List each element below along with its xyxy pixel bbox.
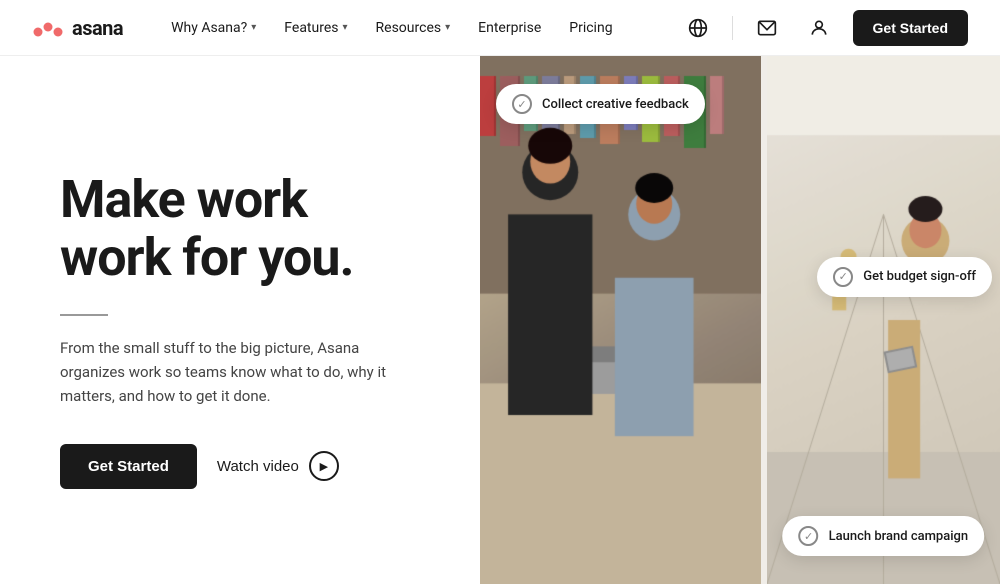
hero-divider xyxy=(60,314,108,316)
check-icon: ✓ xyxy=(512,94,532,114)
user-button[interactable] xyxy=(801,10,837,46)
hero-actions: Get Started Watch video ▶ xyxy=(60,444,440,489)
globe-icon xyxy=(688,18,708,38)
nav-get-started-button[interactable]: Get Started xyxy=(853,10,968,46)
brand-name: asana xyxy=(72,16,123,40)
hero-left: Make work work for you. From the small s… xyxy=(0,56,480,584)
nav-right: Get Started xyxy=(680,10,968,46)
hero-description: From the small stuff to the big picture,… xyxy=(60,336,420,408)
nav-links: Why Asana? ▾ Features ▾ Resources ▾ Ente… xyxy=(159,12,679,44)
nav-pricing[interactable]: Pricing xyxy=(557,12,624,44)
check-icon: ✓ xyxy=(799,526,819,546)
corridor-photo-canvas xyxy=(767,56,1000,584)
hero-watch-video-button[interactable]: Watch video ▶ xyxy=(217,451,339,481)
nav-resources[interactable]: Resources ▾ xyxy=(364,12,463,44)
nav-features[interactable]: Features ▾ xyxy=(272,12,359,44)
play-icon: ▶ xyxy=(309,451,339,481)
user-icon xyxy=(809,18,829,38)
nav-divider xyxy=(732,16,733,40)
globe-button[interactable] xyxy=(680,10,716,46)
nav-why-asana[interactable]: Why Asana? ▾ xyxy=(159,12,268,44)
mail-button[interactable] xyxy=(749,10,785,46)
logo[interactable]: asana xyxy=(32,16,123,40)
chevron-down-icon: ▾ xyxy=(343,22,348,33)
hero-right: ✓ Collect creative feedback ✓ Get budget… xyxy=(480,56,1000,584)
main-content: Make work work for you. From the small s… xyxy=(0,56,1000,584)
mail-icon xyxy=(757,18,777,38)
chevron-down-icon: ▾ xyxy=(445,22,450,33)
nav-enterprise[interactable]: Enterprise xyxy=(466,12,553,44)
office-team-photo: ✓ Collect creative feedback xyxy=(480,56,761,584)
check-icon: ✓ xyxy=(833,267,853,287)
hero-title: Make work work for you. xyxy=(60,171,440,285)
office-photo-canvas xyxy=(480,56,761,584)
navigation: asana Why Asana? ▾ Features ▾ Resources … xyxy=(0,0,1000,56)
hero-get-started-button[interactable]: Get Started xyxy=(60,444,197,489)
asana-logo-svg xyxy=(32,18,64,38)
task-chip-collect-feedback: ✓ Collect creative feedback xyxy=(496,84,705,124)
chevron-down-icon: ▾ xyxy=(251,22,256,33)
hero-image-panels: ✓ Collect creative feedback ✓ Get budget… xyxy=(480,56,1000,584)
office-corridor-photo: ✓ Get budget sign-off ✓ Launch brand cam… xyxy=(767,56,1000,584)
task-chip-launch: ✓ Launch brand campaign xyxy=(783,516,985,556)
task-chip-budget: ✓ Get budget sign-off xyxy=(817,257,992,297)
